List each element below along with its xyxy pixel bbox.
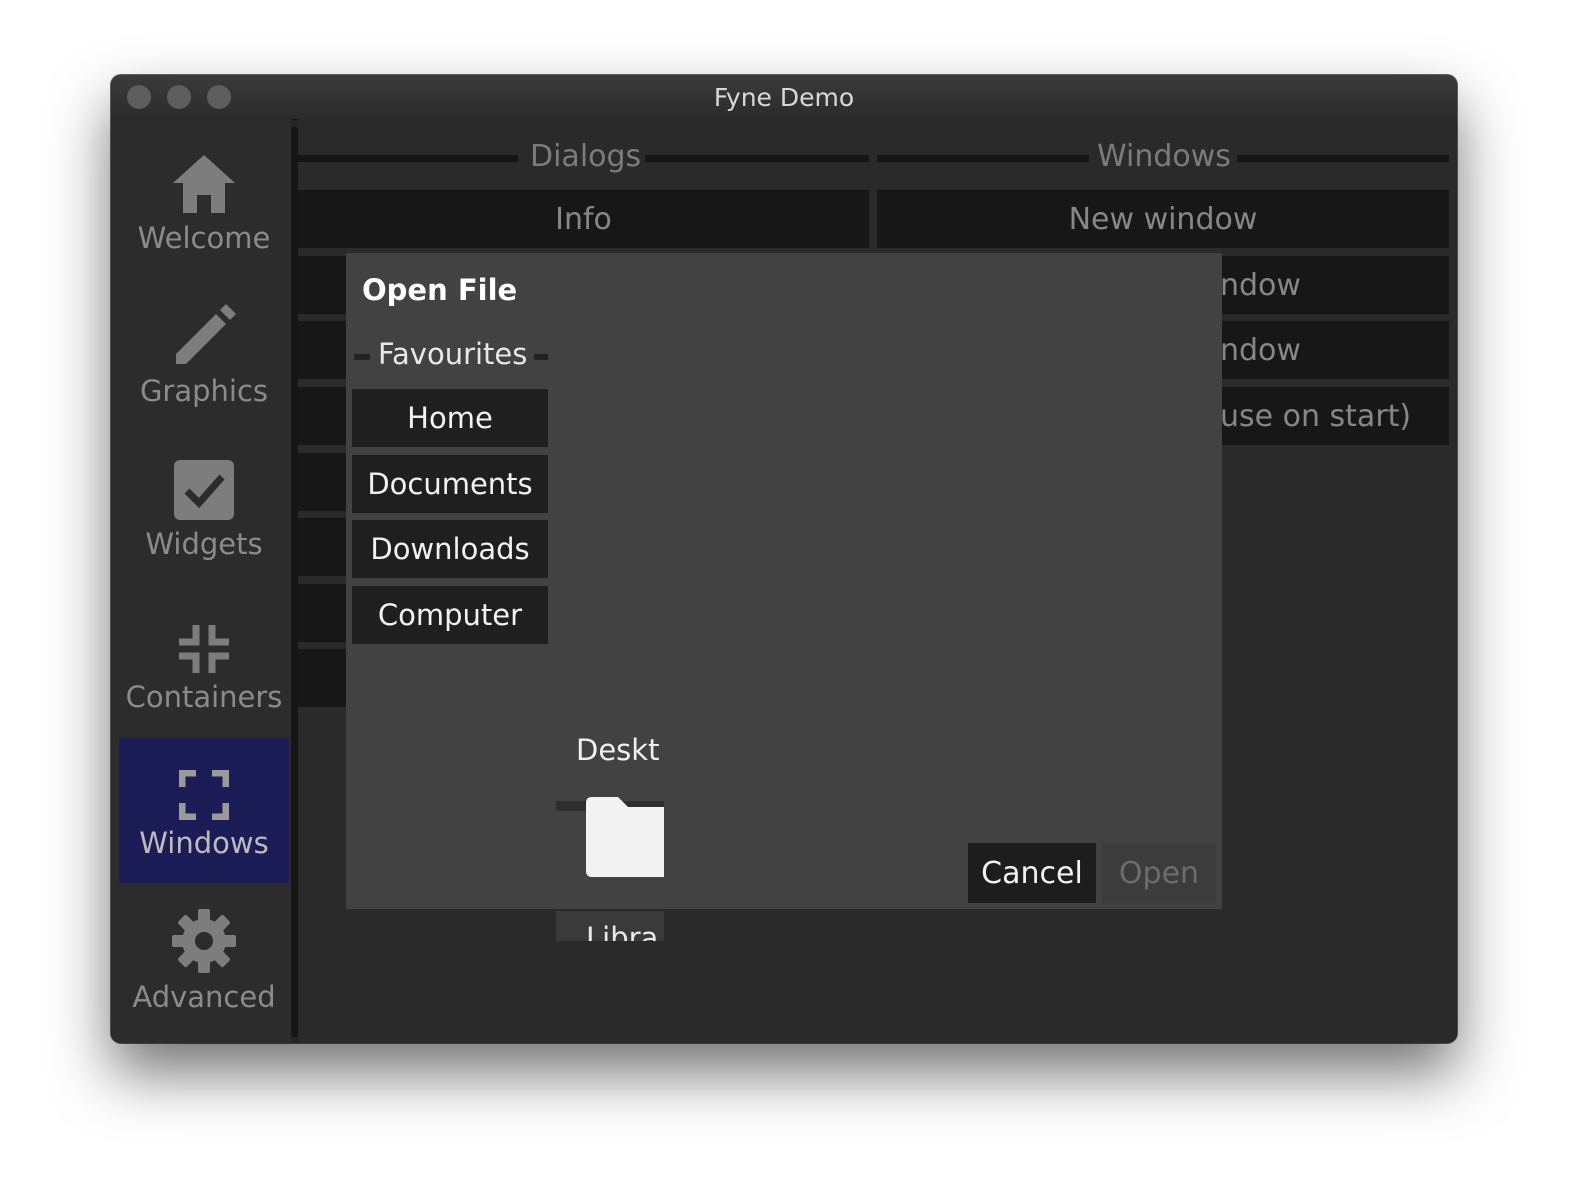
divider: [645, 155, 869, 162]
sidebar-item-widgets[interactable]: Widgets: [119, 439, 289, 584]
windows-header: Windows: [1097, 139, 1231, 174]
sidebar-item-advanced[interactable]: Advanced: [119, 892, 289, 1037]
dialogs-header: Dialogs: [530, 139, 642, 174]
button-label: ndow: [1220, 267, 1301, 303]
collapse-icon: [179, 600, 229, 674]
fullscreen-icon: [179, 746, 229, 820]
window-title: Fyne Demo: [713, 83, 855, 112]
button-label: use on start): [1220, 398, 1412, 434]
sidebar-divider[interactable]: [291, 127, 298, 1037]
sidebar-item-label: Welcome: [137, 221, 271, 255]
sidebar-item-containers[interactable]: Containers: [119, 592, 289, 737]
file-item-label: Libra: [586, 921, 659, 941]
favourite-documents-button[interactable]: Documents: [352, 455, 548, 513]
file-item[interactable]: Libra: [556, 911, 664, 941]
favourite-computer-button[interactable]: Computer: [352, 586, 548, 644]
sidebar-item-label: Containers: [125, 680, 283, 714]
home-icon: [171, 141, 237, 215]
divider: [298, 155, 518, 162]
app-window: Fyne Demo Welcome Graphics Widgets Conta…: [111, 75, 1457, 1043]
file-item-label: Deskt: [576, 733, 660, 767]
dialog-title: Open File: [362, 273, 518, 307]
pencil-icon: [172, 294, 236, 368]
gear-icon: [171, 900, 237, 974]
new-window-button[interactable]: New window: [877, 190, 1449, 248]
file-list[interactable]: Deskt Libra: [556, 723, 664, 941]
divider: [877, 155, 1089, 162]
button-label: ndow: [1220, 332, 1301, 368]
sidebar-item-welcome[interactable]: Welcome: [119, 133, 289, 278]
divider: [534, 354, 548, 360]
favourites-header: Favourites: [378, 337, 528, 371]
divider: [354, 354, 370, 360]
sidebar-item-label: Graphics: [139, 374, 269, 408]
folder-icon[interactable]: [582, 793, 664, 883]
title-bar: Fyne Demo: [111, 75, 1457, 120]
checkbox-icon: [173, 447, 235, 521]
divider: [1237, 155, 1449, 162]
sidebar-item-windows[interactable]: Windows: [119, 738, 289, 883]
sidebar-item-label: Advanced: [132, 980, 276, 1014]
sidebar-item-graphics[interactable]: Graphics: [119, 286, 289, 431]
open-file-dialog: Open File Favourites Home Documents Down…: [346, 253, 1222, 941]
favourite-home-button[interactable]: Home: [352, 389, 548, 447]
favourite-downloads-button[interactable]: Downloads: [352, 520, 548, 578]
open-button[interactable]: Open: [1102, 843, 1216, 903]
sidebar-item-label: Widgets: [145, 527, 263, 561]
info-button[interactable]: Info: [298, 190, 869, 248]
cancel-button[interactable]: Cancel: [968, 843, 1096, 903]
sidebar-item-label: Windows: [139, 826, 269, 860]
